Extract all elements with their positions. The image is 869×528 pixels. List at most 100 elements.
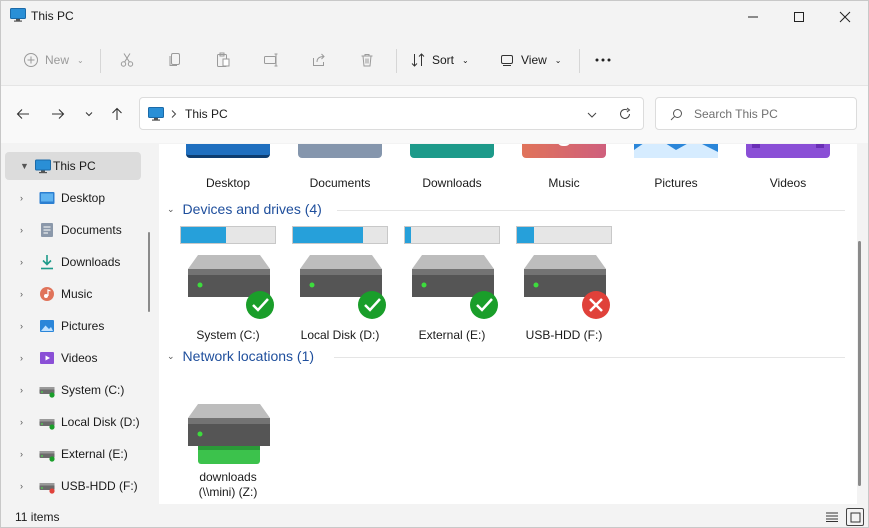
- sidebar-scrollbar[interactable]: [148, 232, 150, 312]
- documents-icon: [41, 223, 53, 237]
- sidebar-item-usb-hdd-f[interactable]: › USB-HDD (F:): [5, 472, 141, 500]
- sidebar-item-label: USB-HDD (F:): [61, 479, 138, 493]
- chevron-down-icon[interactable]: [586, 110, 598, 120]
- details-view-icon: [826, 512, 838, 522]
- share-button[interactable]: [311, 45, 327, 75]
- hard-drive-icon: [188, 255, 274, 319]
- section-title: Network locations (1): [182, 348, 315, 364]
- chevron-right-icon[interactable]: ›: [20, 321, 23, 331]
- chevron-right-icon[interactable]: ›: [20, 449, 23, 459]
- sidebar-item-label: External (E:): [61, 447, 128, 461]
- usage-bar: [292, 226, 388, 244]
- details-view-button[interactable]: [823, 508, 841, 526]
- window-title: This PC: [31, 9, 74, 23]
- drive-icon: [39, 419, 55, 430]
- new-button[interactable]: New ⌄: [23, 45, 84, 75]
- paste-button[interactable]: [215, 45, 231, 75]
- section-network-header[interactable]: ⌄ Network locations (1): [167, 348, 314, 364]
- chevron-down-icon[interactable]: ⌄: [167, 204, 175, 215]
- copy-button[interactable]: [167, 45, 183, 75]
- sidebar-item-desktop[interactable]: › Desktop: [5, 184, 141, 212]
- content-scrollbar[interactable]: [858, 241, 861, 486]
- chevron-down-icon: ⌄: [462, 55, 469, 65]
- hard-drive-icon: [524, 255, 610, 319]
- chevron-right-icon[interactable]: ›: [20, 225, 23, 235]
- maximize-button[interactable]: [776, 1, 822, 33]
- folder-label: Pictures: [654, 176, 698, 190]
- downloads-icon: [410, 144, 494, 158]
- sidebar-item-pictures[interactable]: › Pictures: [5, 312, 141, 340]
- drive-external-e[interactable]: External (E:): [396, 226, 508, 356]
- address-row: This PC: [1, 85, 868, 143]
- address-location[interactable]: This PC: [185, 107, 228, 121]
- more-options-button[interactable]: [594, 45, 612, 75]
- section-devices-header[interactable]: ⌄ Devices and drives (4): [167, 201, 322, 217]
- folder-downloads[interactable]: Downloads: [398, 144, 506, 196]
- sidebar-item-documents[interactable]: › Documents: [5, 216, 141, 244]
- sidebar-item-local-disk-d[interactable]: › Local Disk (D:): [5, 408, 141, 436]
- sidebar-item-label: Documents: [61, 223, 122, 237]
- usage-fill: [517, 227, 534, 243]
- sidebar-item-external-e[interactable]: › External (E:): [5, 440, 141, 468]
- network-drive-downloads[interactable]: downloads (\\mini) (Z:): [172, 376, 284, 504]
- chevron-right-icon[interactable]: ›: [20, 193, 23, 203]
- chevron-down-icon[interactable]: ▼: [20, 161, 29, 171]
- chevron-right-icon[interactable]: ›: [20, 257, 23, 267]
- search-input[interactable]: [694, 104, 844, 124]
- folder-documents[interactable]: Documents: [286, 144, 394, 196]
- pc-icon: [35, 159, 51, 174]
- folder-pictures[interactable]: Pictures: [622, 144, 730, 196]
- search-icon: [670, 109, 682, 121]
- chevron-down-icon: ⌄: [77, 55, 84, 65]
- drive-usb-hdd-f[interactable]: USB-HDD (F:): [508, 226, 620, 356]
- drive-icon: [39, 387, 55, 398]
- cut-button[interactable]: [119, 45, 135, 75]
- sidebar-item-system-c[interactable]: › System (C:): [5, 376, 141, 404]
- videos-icon: [40, 352, 54, 364]
- large-icons-view-button[interactable]: [846, 508, 864, 526]
- drive-system-c[interactable]: System (C:): [172, 226, 284, 356]
- view-button[interactable]: View ⌄: [499, 45, 562, 75]
- network-drive-label: downloads: [199, 470, 257, 484]
- more-icon: [595, 58, 611, 62]
- drive-label: System (C:): [196, 328, 260, 342]
- refresh-icon[interactable]: [618, 107, 632, 121]
- folder-label: Desktop: [205, 176, 251, 190]
- usage-fill: [293, 227, 363, 243]
- sidebar-item-videos[interactable]: › Videos: [5, 344, 141, 372]
- up-button[interactable]: [105, 102, 129, 126]
- drive-local-disk-d[interactable]: Local Disk (D:): [284, 226, 396, 356]
- delete-button[interactable]: [359, 45, 375, 75]
- chevron-right-icon[interactable]: ›: [20, 353, 23, 363]
- section-title: Devices and drives (4): [182, 201, 322, 217]
- chevron-right-icon[interactable]: ›: [20, 289, 23, 299]
- videos-icon: [746, 144, 830, 158]
- status-bar: 11 items: [1, 505, 868, 528]
- sidebar-item-music[interactable]: › Music: [5, 280, 141, 308]
- close-button[interactable]: [822, 1, 868, 33]
- folder-label: Videos: [769, 176, 807, 190]
- paste-icon: [217, 52, 230, 67]
- minimize-button[interactable]: [730, 1, 776, 33]
- sidebar-item-this-pc[interactable]: ▼ This PC: [5, 152, 141, 180]
- folder-videos[interactable]: Videos: [734, 144, 842, 196]
- folder-desktop[interactable]: Desktop: [174, 144, 282, 196]
- folder-label: Documents: [309, 176, 371, 190]
- back-button[interactable]: [11, 102, 35, 126]
- folder-label: Downloads: [422, 176, 482, 190]
- sort-button[interactable]: Sort ⌄: [410, 45, 469, 75]
- chevron-down-icon[interactable]: ⌄: [167, 351, 175, 362]
- chevron-right-icon[interactable]: ›: [20, 481, 23, 491]
- rename-button[interactable]: [263, 45, 279, 75]
- forward-button[interactable]: [46, 102, 70, 126]
- recent-locations-button[interactable]: [77, 102, 101, 126]
- toolbar-divider: [396, 49, 397, 73]
- folder-music[interactable]: Music: [510, 144, 618, 196]
- chevron-down-icon: ⌄: [554, 55, 562, 65]
- sidebar-item-label: Local Disk (D:): [61, 415, 140, 429]
- address-bar[interactable]: This PC: [139, 97, 644, 130]
- chevron-right-icon[interactable]: ›: [20, 417, 23, 427]
- sidebar-item-downloads[interactable]: › Downloads: [5, 248, 141, 276]
- section-divider: [337, 210, 845, 211]
- chevron-right-icon[interactable]: ›: [20, 385, 23, 395]
